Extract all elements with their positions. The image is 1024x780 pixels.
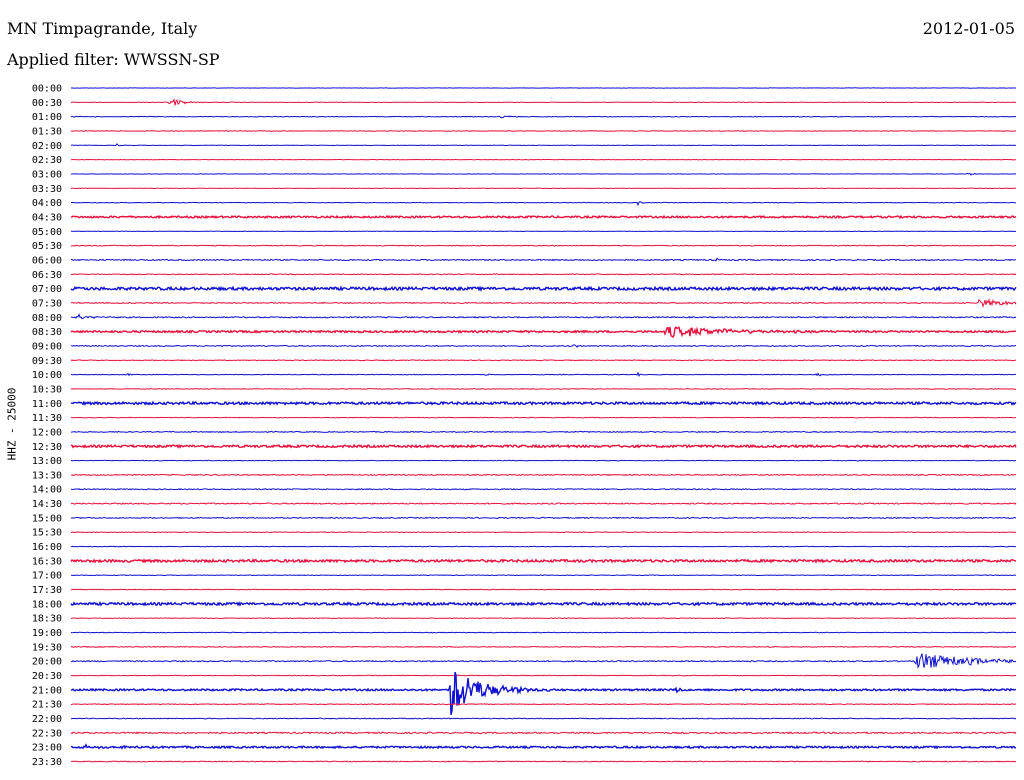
time-tick-label: 14:00: [32, 485, 62, 496]
trace-line: [70, 674, 1017, 677]
trace-line: [70, 617, 1017, 620]
trace-line: [70, 473, 1017, 477]
time-tick-label: 12:30: [32, 442, 62, 453]
time-tick-label: 20:00: [32, 657, 62, 668]
trace-line: [70, 717, 1017, 720]
trace-line: [70, 545, 1017, 548]
time-tick-label: 17:00: [32, 571, 62, 582]
trace-line: [70, 531, 1017, 534]
trace-line: [70, 400, 1017, 407]
time-tick-label: 04:30: [32, 212, 62, 223]
time-tick-label: 03:00: [32, 169, 62, 180]
time-tick-label: 22:00: [32, 714, 62, 725]
time-tick-label: 13:30: [32, 470, 62, 481]
trace-line: [70, 326, 1017, 339]
trace-line: [70, 371, 1017, 377]
helicorder-plot: 00:00 00:30 01:00 01:30 02:00 02:30 03:00 03:30…: [32, 84, 1017, 768]
time-tick-label: 04:00: [32, 198, 62, 209]
time-tick-label: 02:30: [32, 155, 62, 166]
trace-line: [70, 653, 1017, 669]
trace-line: [70, 631, 1017, 634]
time-tick-label: 11:00: [32, 399, 62, 410]
trace-line: [70, 298, 1017, 308]
trace-line: [70, 645, 1017, 648]
trace-line: [70, 98, 1017, 106]
trace-line: [70, 558, 1017, 564]
trace-line: [70, 703, 1017, 706]
time-tick-label: 21:30: [32, 700, 62, 711]
time-tick-label: 07:30: [32, 298, 62, 309]
time-tick-label: 09:30: [32, 356, 62, 367]
time-tick-label: 06:30: [32, 270, 62, 281]
time-tick-label: 16:30: [32, 556, 62, 567]
trace-line: [70, 588, 1017, 591]
time-tick-label: 12:00: [32, 427, 62, 438]
trace-line: [71, 443, 1017, 449]
trace-line: [70, 115, 1017, 119]
time-tick-label: 15:00: [32, 513, 62, 524]
trace-line: [70, 214, 1017, 220]
time-tick-label: 01:30: [32, 126, 62, 137]
trace-line: [70, 273, 1017, 276]
time-tick-label: 11:30: [32, 413, 62, 424]
time-tick-label: 08:30: [32, 327, 62, 338]
time-tick-label: 18:00: [32, 599, 62, 610]
time-tick-label: 17:30: [32, 585, 62, 596]
trace-line: [70, 743, 1017, 750]
time-tick-label: 23:30: [32, 757, 62, 768]
time-tick-label: 05:30: [32, 241, 62, 252]
trace-line: [70, 285, 1017, 292]
time-tick-label: 00:00: [32, 84, 62, 95]
time-tick-label: 13:00: [32, 456, 62, 467]
time-tick-label: 20:30: [32, 671, 62, 682]
time-tick-label: 02:00: [32, 141, 62, 152]
trace-line: [70, 244, 1017, 247]
time-tick-label: 19:00: [32, 628, 62, 639]
time-tick-label: 07:00: [32, 284, 62, 295]
trace-line: [70, 430, 1017, 434]
trace-line: [70, 143, 1017, 147]
time-tick-label: 23:00: [32, 743, 62, 754]
time-tick-label: 14:30: [32, 499, 62, 510]
time-tick-label: 10:30: [32, 384, 62, 395]
time-tick-label: 19:30: [32, 642, 62, 653]
time-tick-label: 01:00: [32, 112, 62, 123]
trace-line: [70, 388, 1016, 390]
time-tick-label: 03:30: [32, 184, 62, 195]
trace-line: [70, 359, 1017, 362]
trace-line: [70, 488, 1017, 491]
time-tick-label: 08:00: [32, 313, 62, 324]
time-tick-label: 15:30: [32, 528, 62, 539]
trace-line: [70, 516, 1017, 520]
time-tick-label: 10:00: [32, 370, 62, 381]
time-tick-label: 22:30: [32, 728, 62, 739]
trace-line: [70, 313, 1017, 320]
time-tick-label: 18:30: [32, 614, 62, 625]
trace-line: [70, 502, 1017, 505]
time-tick-label: 21:00: [32, 685, 62, 696]
time-tick-label: 09:00: [32, 341, 62, 352]
time-tick-label: 00:30: [32, 98, 62, 109]
trace-line: [70, 200, 1017, 207]
trace-line: [70, 574, 1017, 577]
trace-line: [70, 130, 1017, 132]
trace-line: [70, 760, 1017, 763]
trace-line: [70, 459, 1017, 462]
trace-line: [70, 257, 1017, 262]
time-tick-label: 06:00: [32, 255, 62, 266]
trace-line: [70, 671, 1017, 716]
trace-line: [70, 416, 1017, 419]
time-tick-label: 05:00: [32, 227, 62, 238]
trace-line: [70, 601, 1017, 607]
trace-line: [70, 731, 1017, 735]
trace-line: [70, 344, 1017, 348]
time-tick-label: 16:00: [32, 542, 62, 553]
trace-line: [70, 172, 1017, 176]
